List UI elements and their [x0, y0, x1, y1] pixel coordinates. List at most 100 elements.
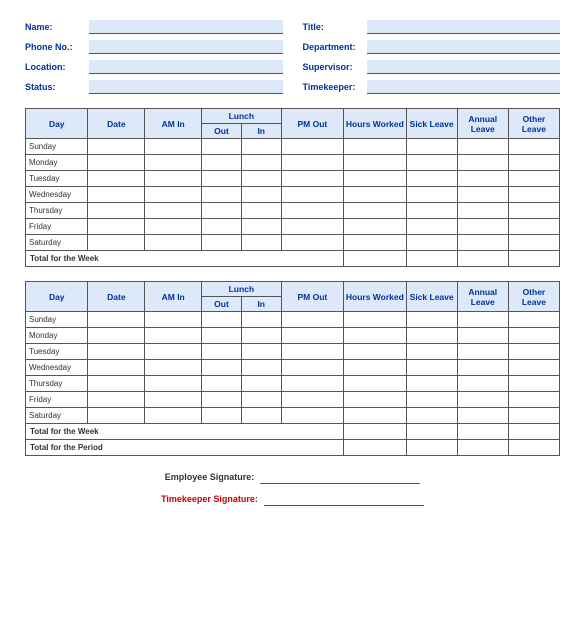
hours-cell [344, 360, 406, 376]
sick-cell [406, 203, 457, 219]
hours-cell [344, 219, 406, 235]
day-cell: Sunday [26, 139, 88, 155]
location-row: Location: [25, 60, 283, 74]
table-row: Friday [26, 392, 560, 408]
lunch-in-cell [241, 187, 281, 203]
supervisor-input [367, 60, 561, 74]
annual-cell [457, 235, 508, 251]
table-row: Thursday [26, 376, 560, 392]
day-cell: Friday [26, 392, 88, 408]
other-cell [508, 392, 559, 408]
other-cell [508, 203, 559, 219]
other-cell [508, 187, 559, 203]
week-table-1: Day Date AM In Lunch PM Out Hours Worked… [25, 108, 560, 267]
total-week-sick [406, 424, 457, 440]
other-cell [508, 312, 559, 328]
col-header-date: Date [88, 109, 145, 139]
signature-section: Employee Signature: Timekeeper Signature… [25, 470, 560, 506]
lunch-in-cell [241, 171, 281, 187]
date-cell [88, 171, 145, 187]
other-cell [508, 219, 559, 235]
dept-label: Department: [303, 42, 363, 52]
title-input [367, 20, 561, 34]
lunch-out-cell [202, 187, 242, 203]
amin-cell [145, 312, 202, 328]
date-cell [88, 360, 145, 376]
hours-cell [344, 392, 406, 408]
lunch-out-cell [202, 219, 242, 235]
amin-cell [145, 408, 202, 424]
date-cell [88, 344, 145, 360]
timekeeper-row: Timekeeper: [303, 80, 561, 94]
status-input [89, 80, 283, 94]
pmout-cell [281, 344, 343, 360]
table-row: Saturday [26, 235, 560, 251]
hours-cell [344, 376, 406, 392]
col-header-annual-2: Annual Leave [457, 282, 508, 312]
annual-cell [457, 344, 508, 360]
day-cell: Tuesday [26, 344, 88, 360]
pmout-cell [281, 392, 343, 408]
table-row: Friday [26, 219, 560, 235]
col-header-amin-2: AM In [145, 282, 202, 312]
col-header-day-2: Day [26, 282, 88, 312]
pmout-cell [281, 360, 343, 376]
annual-cell [457, 139, 508, 155]
day-cell: Monday [26, 155, 88, 171]
day-cell: Monday [26, 328, 88, 344]
employee-sig-row: Employee Signature: [165, 470, 421, 484]
amin-cell [145, 344, 202, 360]
table-row: Monday [26, 328, 560, 344]
title-row: Title: [303, 20, 561, 34]
table-row: Tuesday [26, 344, 560, 360]
total-week-annual [457, 424, 508, 440]
total-week-annual [457, 251, 508, 267]
amin-cell [145, 219, 202, 235]
dept-row: Department: [303, 40, 561, 54]
total-week-sick [406, 251, 457, 267]
hours-cell [344, 344, 406, 360]
other-cell [508, 155, 559, 171]
header-left: Name: Phone No.: Location: Status: [25, 20, 283, 94]
total-week-row: Total for the Week [26, 424, 560, 440]
col-header-amin: AM In [145, 109, 202, 139]
pmout-cell [281, 203, 343, 219]
other-cell [508, 344, 559, 360]
lunch-out-cell [202, 328, 242, 344]
amin-cell [145, 328, 202, 344]
other-cell [508, 171, 559, 187]
hours-cell [344, 187, 406, 203]
annual-cell [457, 360, 508, 376]
pmout-cell [281, 376, 343, 392]
status-row: Status: [25, 80, 283, 94]
lunch-in-cell [241, 376, 281, 392]
lunch-in-cell [241, 392, 281, 408]
dept-input [367, 40, 561, 54]
col-header-other: Other Leave [508, 109, 559, 139]
pmout-cell [281, 139, 343, 155]
employee-sig-line [260, 470, 420, 484]
lunch-out-cell [202, 408, 242, 424]
annual-cell [457, 155, 508, 171]
date-cell [88, 376, 145, 392]
lunch-in-cell [241, 139, 281, 155]
total-period-sick [406, 440, 457, 456]
table-row: Monday [26, 155, 560, 171]
col-header-lunch: Lunch [202, 109, 282, 124]
amin-cell [145, 360, 202, 376]
total-period-other [508, 440, 559, 456]
total-period-row: Total for the Period [26, 440, 560, 456]
annual-cell [457, 328, 508, 344]
hours-cell [344, 312, 406, 328]
total-week-hours [344, 251, 406, 267]
col-header-pmout-2: PM Out [281, 282, 343, 312]
phone-label: Phone No.: [25, 42, 85, 52]
amin-cell [145, 187, 202, 203]
timekeeper-label: Timekeeper: [303, 82, 363, 92]
col-header-lunch-out-2: Out [202, 297, 242, 312]
lunch-in-cell [241, 155, 281, 171]
hours-cell [344, 171, 406, 187]
hours-cell [344, 235, 406, 251]
table-row: Wednesday [26, 187, 560, 203]
sick-cell [406, 344, 457, 360]
